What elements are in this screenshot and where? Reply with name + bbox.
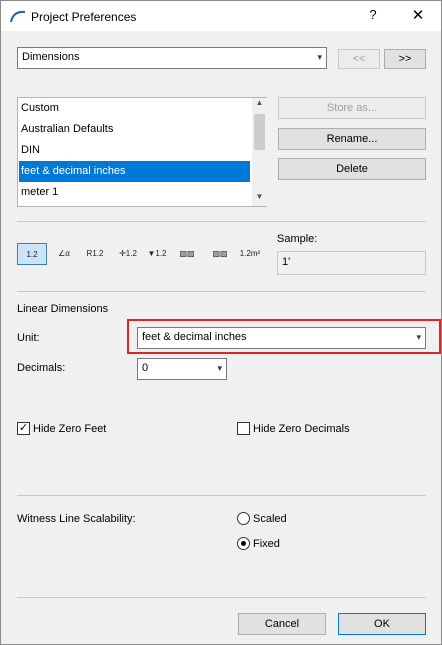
unit-highlight-box <box>127 319 441 354</box>
rename-button[interactable]: Rename... <box>278 128 426 150</box>
hide-zero-feet-checkbox[interactable]: ✓ <box>17 422 30 435</box>
ok-button[interactable]: OK <box>338 613 426 635</box>
divider <box>17 597 426 598</box>
fixed-radio[interactable] <box>237 537 250 550</box>
list-item[interactable]: Australian Defaults <box>19 119 250 140</box>
door-window-dimension-icon[interactable]: ▨▨ <box>172 243 202 265</box>
divider <box>17 291 426 292</box>
fixed-label[interactable]: Fixed <box>253 538 280 550</box>
scroll-down-icon[interactable]: ▼ <box>252 192 267 206</box>
sample-label: Sample: <box>277 233 318 245</box>
angle-dimension-icon[interactable]: ∠α <box>51 243 77 265</box>
cancel-button[interactable]: Cancel <box>238 613 326 635</box>
list-item[interactable]: DIN <box>19 140 250 161</box>
scaled-radio[interactable] <box>237 512 250 525</box>
scroll-up-icon[interactable]: ▲ <box>252 98 267 112</box>
delete-button[interactable]: Delete <box>278 158 426 180</box>
title-bar: Project Preferences ? ✕ <box>1 1 441 31</box>
radial-dimension-icon[interactable]: R1.2 <box>80 243 110 265</box>
hide-zero-decimals-label[interactable]: Hide Zero Decimals <box>253 423 350 435</box>
project-preferences-dialog: Project Preferences ? ✕ Dimensions ▾ << … <box>0 0 442 645</box>
help-button[interactable]: ? <box>361 7 385 25</box>
chevron-down-icon: ▾ <box>217 363 222 373</box>
category-select-value: Dimensions <box>22 51 80 63</box>
store-as-button[interactable]: Store as... <box>278 97 426 119</box>
hide-zero-feet-label[interactable]: Hide Zero Feet <box>33 423 106 435</box>
linear-dimension-icon[interactable]: 1.2 <box>17 243 47 265</box>
sample-value: 1' <box>282 256 291 268</box>
hide-zero-decimals-checkbox[interactable] <box>237 422 250 435</box>
list-item[interactable]: meter 1 <box>19 182 250 203</box>
app-arc-icon <box>10 10 26 23</box>
area-calculation-icon[interactable]: 1.2m² <box>237 243 263 265</box>
elevation-dimension-icon[interactable]: ▼1.2 <box>145 243 169 265</box>
decimals-select-value: 0 <box>142 362 149 374</box>
scaled-label[interactable]: Scaled <box>253 513 287 525</box>
divider <box>17 221 426 222</box>
sample-preview: 1' <box>277 251 426 275</box>
preset-list[interactable]: Custom Australian Defaults DIN feet & de… <box>17 97 267 207</box>
decimals-label: Decimals: <box>17 362 66 374</box>
list-item[interactable]: Custom <box>19 98 250 119</box>
close-button[interactable]: ✕ <box>406 6 430 26</box>
window-title: Project Preferences <box>31 10 137 24</box>
preset-list-scrollbar[interactable]: ▲ ▼ <box>252 98 267 206</box>
sill-height-dimension-icon[interactable]: ▨▨ <box>205 243 235 265</box>
next-page-button[interactable]: >> <box>384 49 426 69</box>
decimals-select[interactable]: 0 ▾ <box>137 358 227 380</box>
list-item-selected[interactable]: feet & decimal inches <box>19 161 250 182</box>
chevron-down-icon: ▾ <box>317 52 322 62</box>
divider <box>17 495 426 496</box>
level-dimension-icon[interactable]: ✛1.2 <box>114 243 142 265</box>
previous-page-button[interactable]: << <box>338 49 380 69</box>
linear-dimensions-heading: Linear Dimensions <box>17 303 109 315</box>
unit-label: Unit: <box>17 332 40 344</box>
scroll-thumb[interactable] <box>254 114 265 150</box>
witness-line-label: Witness Line Scalability: <box>17 513 136 525</box>
category-select[interactable]: Dimensions ▾ <box>17 47 327 69</box>
